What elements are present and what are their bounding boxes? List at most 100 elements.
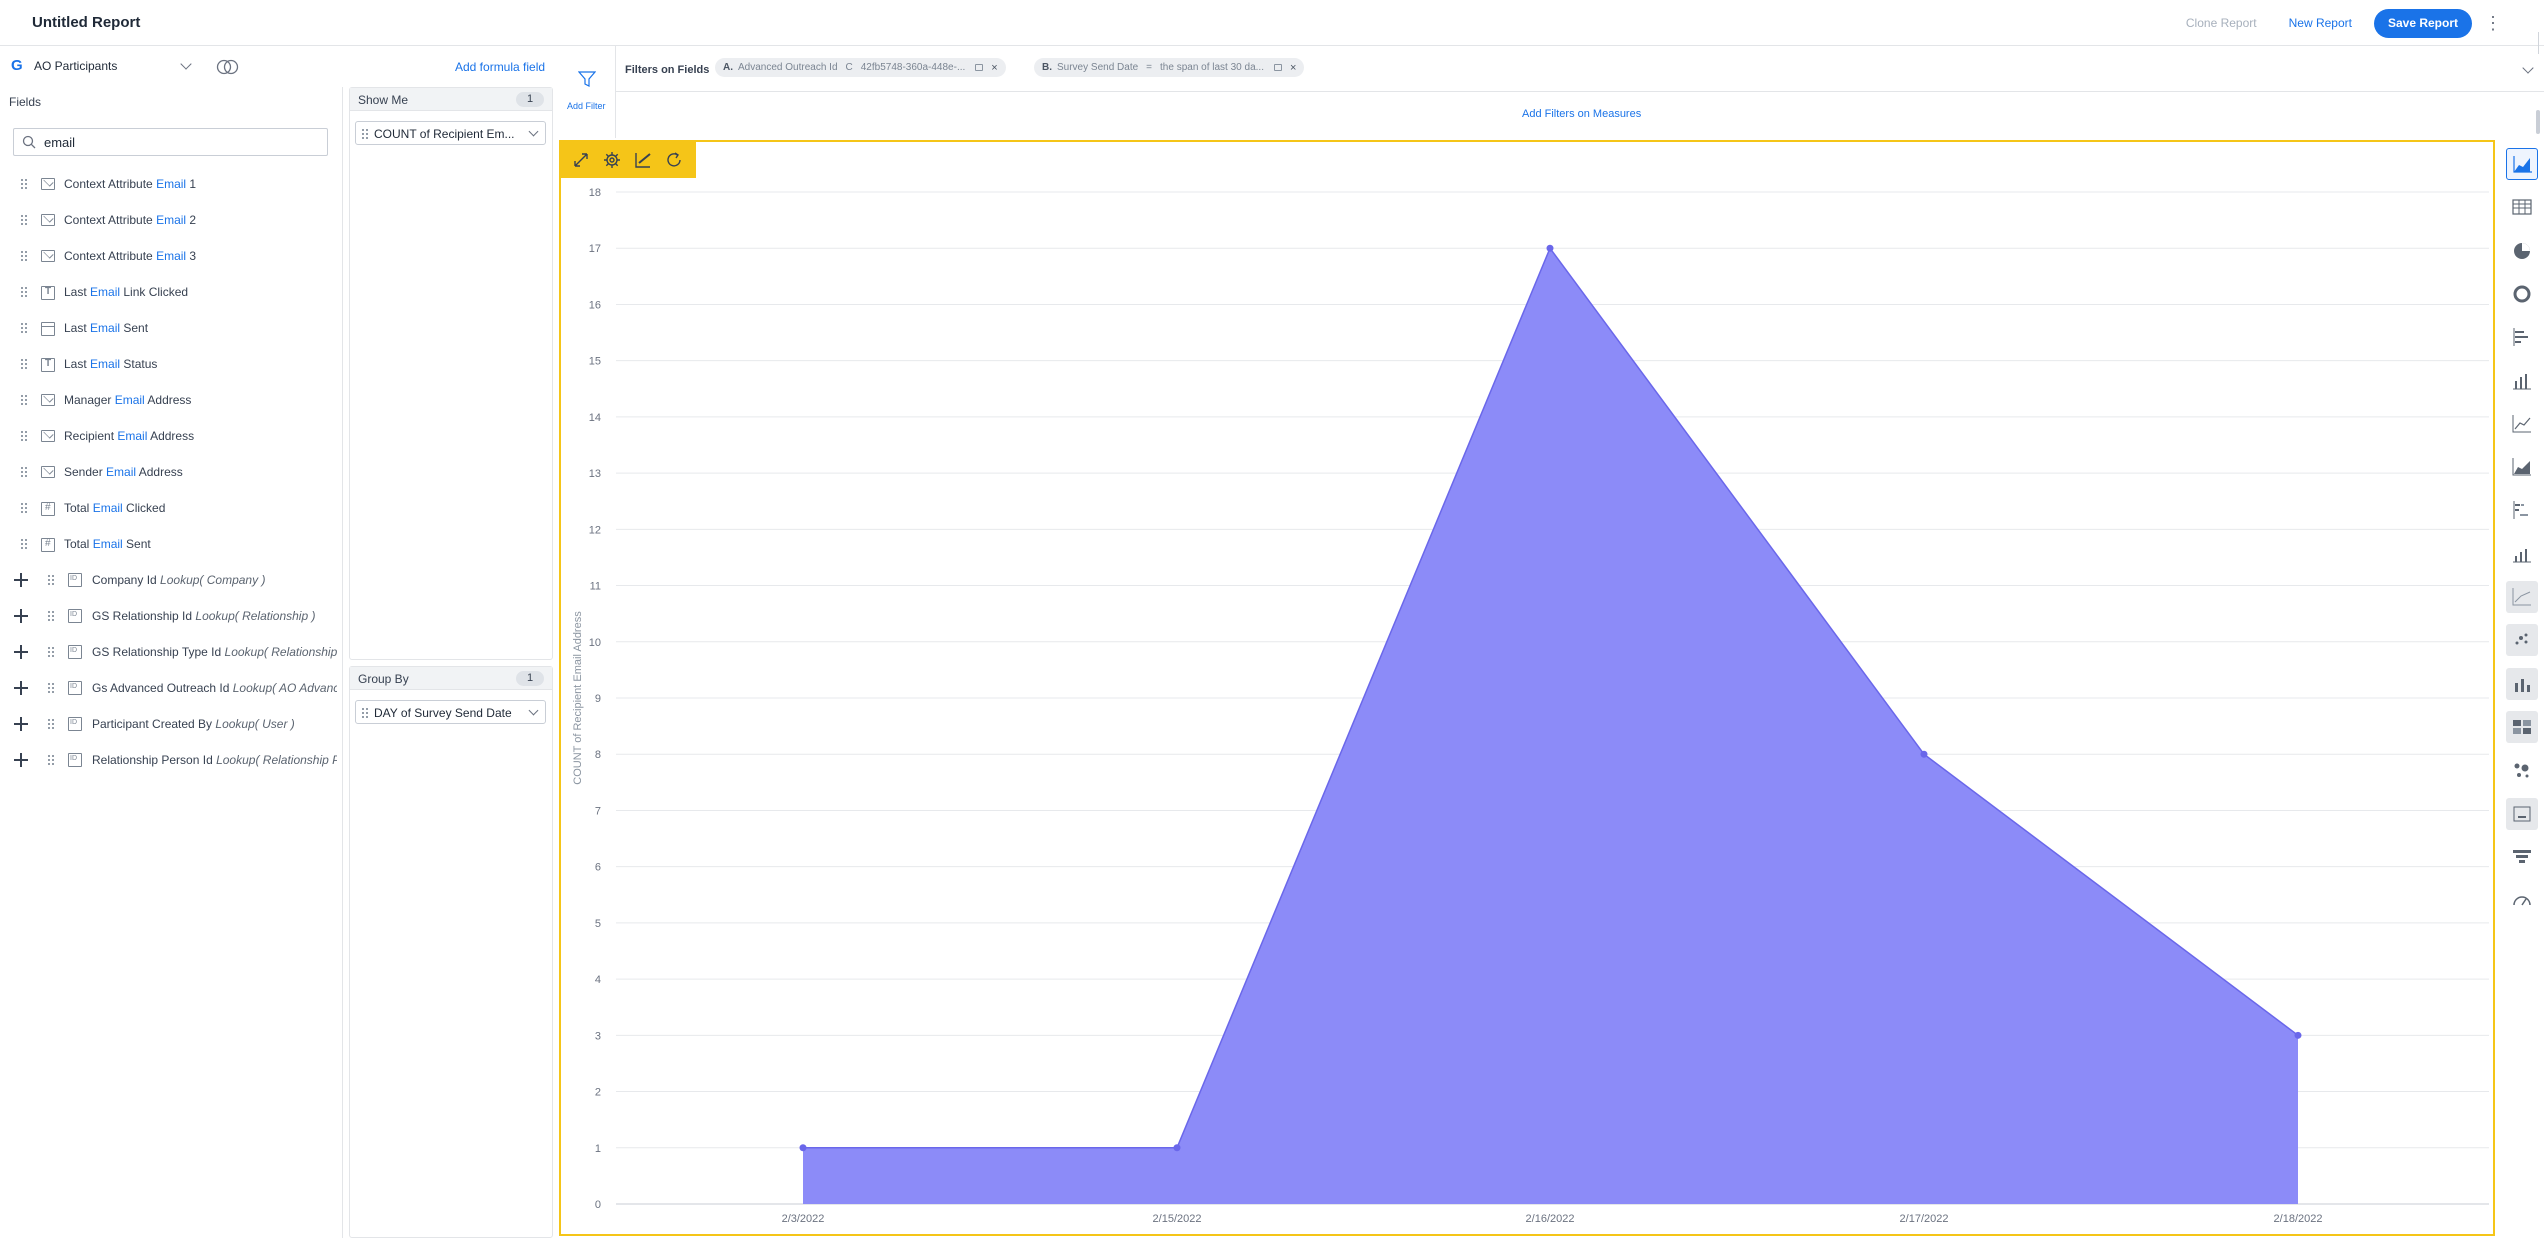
stacked-area-icon[interactable]: [2506, 451, 2538, 483]
drag-handle-icon[interactable]: [20, 358, 28, 370]
field-name: Gs Advanced Outreach Id Lookup( AO Advan…: [92, 681, 337, 695]
expand-plus-icon[interactable]: [14, 645, 28, 659]
expand-plus-icon[interactable]: [14, 753, 28, 767]
lock-icon[interactable]: [1273, 64, 1282, 71]
field-list-item[interactable]: Sender Email Address: [0, 457, 343, 487]
area-chart-icon[interactable]: [2506, 148, 2538, 180]
y-tick-label: 2: [595, 1087, 601, 1099]
drag-handle-icon[interactable]: [47, 574, 55, 586]
source-object-select[interactable]: AO Participants: [34, 54, 206, 78]
table-icon[interactable]: [2506, 191, 2538, 223]
field-list-item[interactable]: Last Email Sent: [0, 313, 343, 343]
y-tick-label: 1: [595, 1143, 601, 1155]
field-name: Participant Created By Lookup( User ): [92, 717, 337, 731]
field-name: Context Attribute Email 3: [64, 249, 196, 263]
scrollbar[interactable]: [2536, 110, 2540, 134]
field-list-item[interactable]: Context Attribute Email 3: [0, 241, 343, 271]
area-series-fill: [803, 248, 2298, 1204]
field-list-item[interactable]: Last Email Link Clicked: [0, 277, 343, 307]
gear-icon[interactable]: [603, 151, 621, 169]
search-value[interactable]: email: [44, 135, 75, 150]
drag-handle-icon[interactable]: [20, 250, 28, 262]
drag-handle-icon[interactable]: [20, 466, 28, 478]
lookup-field-item[interactable]: Participant Created By Lookup( User ): [0, 709, 343, 739]
y-tick-label: 8: [595, 749, 601, 761]
field-name: GS Relationship Type Id Lookup( Relation…: [92, 645, 337, 659]
field-list-item[interactable]: Total Email Sent: [0, 529, 343, 559]
drag-handle-icon[interactable]: [47, 646, 55, 658]
drag-handle-icon[interactable]: [361, 707, 369, 719]
expand-plus-icon[interactable]: [14, 717, 28, 731]
chart-format-icon[interactable]: [634, 151, 652, 169]
stacked-column-icon[interactable]: [2506, 538, 2538, 570]
field-search-input[interactable]: email: [13, 128, 328, 156]
lock-icon[interactable]: [975, 64, 984, 71]
close-icon[interactable]: ×: [991, 62, 997, 74]
drag-handle-icon[interactable]: [20, 394, 28, 406]
donut-chart-icon[interactable]: [2506, 278, 2538, 310]
expand-icon[interactable]: [572, 151, 590, 169]
refresh-icon[interactable]: [665, 151, 683, 169]
chevron-down-icon[interactable]: [2522, 62, 2534, 74]
group-by-title: Group By: [358, 672, 409, 686]
drag-handle-icon[interactable]: [20, 178, 28, 190]
y-tick-label: 14: [589, 412, 601, 424]
pie-chart-icon[interactable]: [2506, 235, 2538, 267]
clone-report-button[interactable]: Clone Report: [2186, 16, 2257, 30]
drag-handle-icon[interactable]: [47, 610, 55, 622]
funnel-icon[interactable]: [2506, 841, 2538, 873]
save-report-button[interactable]: Save Report: [2373, 8, 2472, 38]
drag-handle-icon[interactable]: [20, 286, 28, 298]
filter-chip[interactable]: A. Advanced Outreach Id C 42fb5748-360a-…: [715, 58, 1006, 77]
add-formula-field-link[interactable]: Add formula field: [455, 60, 545, 74]
lookup-field-item[interactable]: GS Relationship Type Id Lookup( Relation…: [0, 637, 343, 667]
field-list-item[interactable]: Context Attribute Email 2: [0, 205, 343, 235]
bar-chart-icon[interactable]: [2506, 321, 2538, 353]
drag-handle-icon[interactable]: [361, 128, 369, 140]
lookup-field-item[interactable]: Company Id Lookup( Company ): [0, 565, 343, 595]
group-by-pill[interactable]: DAY of Survey Send Date: [355, 700, 546, 724]
drag-handle-icon[interactable]: [20, 502, 28, 514]
drag-handle-icon[interactable]: [47, 718, 55, 730]
lookup-field-item[interactable]: GS Relationship Id Lookup( Relationship …: [0, 601, 343, 631]
field-list-item[interactable]: Manager Email Address: [0, 385, 343, 415]
add-filter-button[interactable]: Add Filter: [558, 46, 616, 138]
merge-sources-icon[interactable]: [216, 59, 240, 75]
measure-pill[interactable]: COUNT of Recipient Em...: [355, 121, 546, 145]
report-title[interactable]: Untitled Report: [32, 14, 140, 31]
kpi-icon[interactable]: [2506, 797, 2538, 830]
column-chart-icon[interactable]: [2506, 365, 2538, 397]
filter-chip[interactable]: B. Survey Send Date = the span of last 3…: [1034, 58, 1305, 77]
drag-handle-icon[interactable]: [20, 538, 28, 550]
stacked-bar-icon[interactable]: [2506, 494, 2538, 526]
expand-plus-icon[interactable]: [14, 609, 28, 623]
drag-handle-icon[interactable]: [20, 430, 28, 442]
column-line-icon[interactable]: [2506, 667, 2538, 700]
more-options-icon[interactable]: ⋮: [2484, 13, 2502, 34]
chevron-down-icon[interactable]: [528, 705, 539, 716]
chevron-down-icon[interactable]: [528, 126, 539, 137]
gauge-icon[interactable]: [2506, 884, 2538, 916]
drag-handle-icon[interactable]: [20, 322, 28, 334]
expand-plus-icon[interactable]: [14, 573, 28, 587]
bubble-icon[interactable]: [2506, 754, 2538, 786]
line-chart-icon[interactable]: [2506, 408, 2538, 440]
field-list-item[interactable]: Total Email Clicked: [0, 493, 343, 523]
filter-chip-field: Advanced Outreach Id: [738, 62, 838, 73]
scatter-icon[interactable]: [2506, 624, 2538, 657]
lookup-field-item[interactable]: Relationship Person Id Lookup( Relations…: [0, 745, 343, 775]
expand-plus-icon[interactable]: [14, 681, 28, 695]
drag-handle-icon[interactable]: [20, 214, 28, 226]
field-name: Total Email Clicked: [64, 501, 165, 515]
combo-line-icon[interactable]: [2506, 581, 2538, 613]
drag-handle-icon[interactable]: [47, 682, 55, 694]
close-icon[interactable]: ×: [1290, 62, 1296, 74]
lookup-field-item[interactable]: Gs Advanced Outreach Id Lookup( AO Advan…: [0, 673, 343, 703]
new-report-button[interactable]: New Report: [2289, 16, 2352, 30]
drag-handle-icon[interactable]: [47, 754, 55, 766]
field-list-item[interactable]: Context Attribute Email 1: [0, 169, 343, 199]
field-list-item[interactable]: Last Email Status: [0, 349, 343, 379]
field-list-item[interactable]: Recipient Email Address: [0, 421, 343, 451]
add-filters-on-measures-link[interactable]: Add Filters on Measures: [1522, 108, 1641, 120]
heatmap-icon[interactable]: [2506, 710, 2538, 743]
